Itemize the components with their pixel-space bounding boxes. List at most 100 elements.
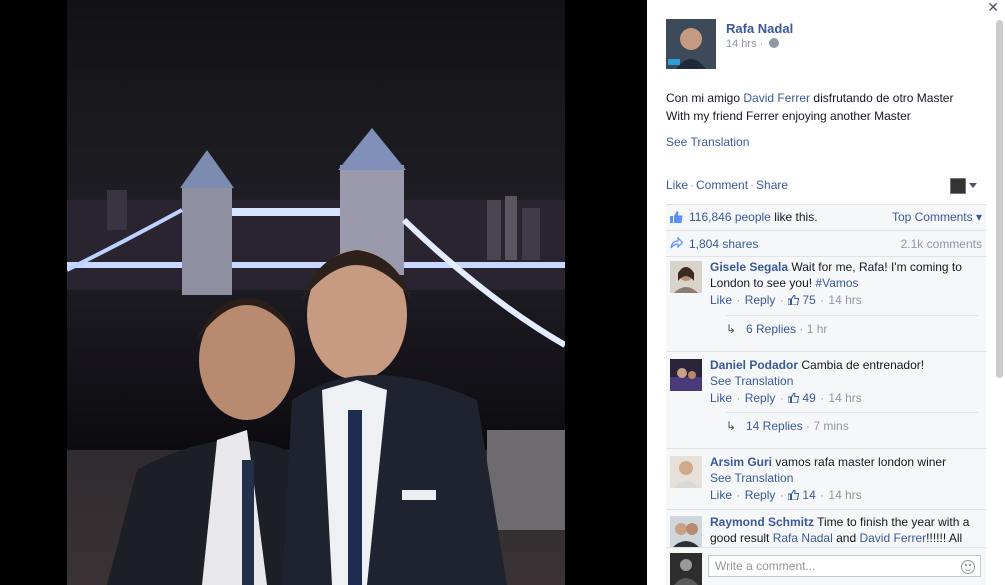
comment-like-count[interactable]: 14 <box>802 488 815 502</box>
comment-item: Gisele Segala Wait for me, Rafa! I'm com… <box>666 257 986 309</box>
comment-author[interactable]: Raymond Schmitz <box>710 515 814 529</box>
commenter-avatar-image <box>670 456 702 488</box>
comments-count: 2.1k comments <box>900 237 982 251</box>
post-header: Rafa Nadal 14 hrs · <box>666 19 986 69</box>
comment-link[interactable]: Comment <box>696 178 748 192</box>
comment-item: Arsim Guri vamos rafa master london wine… <box>666 452 986 506</box>
replies-link[interactable]: ↳ 6 Replies · 1 hr <box>726 315 978 343</box>
comment-input[interactable] <box>708 555 981 577</box>
replies-link[interactable]: ↳ 14 Replies · 7 mins <box>726 412 978 440</box>
comment-like-count[interactable]: 75 <box>802 293 815 307</box>
commenter-avatar-image <box>670 261 702 293</box>
smiley-icon[interactable] <box>961 560 975 574</box>
page-avatar <box>950 178 966 194</box>
post-line-1: Con mi amigo David Ferrer disfrutando de… <box>666 89 986 107</box>
comment-author[interactable]: Arsim Guri <box>710 455 772 469</box>
comment-divider <box>666 448 986 449</box>
comment-text: Gisele Segala Wait for me, Rafa! I'm com… <box>710 259 980 291</box>
panel-scrollbar[interactable] <box>996 20 1003 378</box>
comment-see-translation[interactable]: See Translation <box>710 471 793 485</box>
post-line-2: With my friend Ferrer enjoying another M… <box>666 109 911 123</box>
author-avatar[interactable] <box>666 19 716 69</box>
comment-text: Daniel Podador Cambia de entrenador! <box>710 357 980 373</box>
photo-stage <box>0 0 647 585</box>
post-message: Con mi amigo David Ferrer disfrutando de… <box>666 89 986 125</box>
comment-like-link[interactable]: Like <box>710 391 732 405</box>
reply-arrow-icon: ↳ <box>726 322 737 336</box>
viewer-avatar-image <box>670 553 702 585</box>
post-time[interactable]: 14 hrs <box>726 38 757 50</box>
replies-time: 1 hr <box>806 322 828 336</box>
hashtag-link[interactable]: #Vamos <box>815 276 858 290</box>
comment-divider <box>666 351 986 352</box>
replies-count[interactable]: 6 Replies <box>746 322 796 336</box>
commenter-avatar[interactable] <box>670 261 702 293</box>
comment-time[interactable]: 14 hrs <box>828 293 861 307</box>
comment-author[interactable]: Gisele Segala <box>710 260 788 274</box>
comment-message: vamos rafa master london winer <box>772 455 947 469</box>
commenter-avatar-image <box>670 359 702 391</box>
replies-count[interactable]: 14 Replies <box>746 419 803 433</box>
comment-like-count[interactable]: 49 <box>802 391 815 405</box>
post-text-pre: Con mi amigo <box>666 91 744 105</box>
like-summary-row: 116,846 people like this. Top Comments ▾ <box>666 205 986 231</box>
comment-message-mid: and <box>832 531 860 545</box>
comment-author[interactable]: Daniel Podador <box>710 358 798 372</box>
post-meta: 14 hrs · <box>726 38 780 50</box>
action-separator: · <box>690 178 695 192</box>
thumbs-up-icon <box>788 295 800 305</box>
comment-like-link[interactable]: Like <box>710 293 732 307</box>
commenter-avatar[interactable] <box>670 456 702 488</box>
see-translation-link[interactable]: See Translation <box>666 135 749 149</box>
like-link[interactable]: Like <box>666 178 688 192</box>
post-photo[interactable] <box>67 0 565 585</box>
viewer-avatar <box>670 553 702 585</box>
tag-david-ferrer[interactable]: David Ferrer <box>859 531 926 545</box>
commenter-avatar[interactable] <box>670 359 702 391</box>
thumbs-up-icon <box>788 393 800 403</box>
top-comments-dropdown[interactable]: Top Comments ▾ <box>892 210 982 224</box>
comment-divider <box>666 509 986 510</box>
close-icon[interactable]: ✕ <box>987 0 999 14</box>
shares-link[interactable]: 1,804 shares <box>689 237 758 251</box>
post-text-post: disfrutando de otro Master <box>810 91 954 105</box>
author-avatar-image <box>666 19 716 69</box>
comment-time[interactable]: 14 hrs <box>828 488 861 502</box>
commenter-avatar-image <box>670 516 702 548</box>
page-identity-selector[interactable] <box>950 178 978 194</box>
feedback-box: 116,846 people like this. Top Comments ▾… <box>666 204 986 585</box>
comment-meta: Like · Reply · 49 · 14 hrs <box>710 391 862 405</box>
comment-body: Gisele Segala Wait for me, Rafa! I'm com… <box>710 259 980 309</box>
post-actions: Like · Comment · Share <box>666 178 788 192</box>
comment-meta: Like · Reply · 75 · 14 hrs <box>710 293 862 307</box>
share-link[interactable]: Share <box>756 178 788 192</box>
action-separator: · <box>750 178 755 192</box>
likers-link[interactable]: 116,846 people <box>689 210 771 224</box>
globe-icon[interactable] <box>769 38 780 48</box>
author-name[interactable]: Rafa Nadal <box>726 21 793 36</box>
post-panel: ✕ Rafa Nadal 14 hrs · Con mi amigo David… <box>647 0 1005 585</box>
comment-composer <box>666 547 986 585</box>
comment-body: Raymond Schmitz Time to finish the year … <box>710 514 980 546</box>
chevron-down-icon <box>969 183 977 188</box>
comment-meta: Like · Reply · 14 · 14 hrs <box>710 488 862 502</box>
comment-time[interactable]: 14 hrs <box>828 391 861 405</box>
tag-rafa-nadal[interactable]: Rafa Nadal <box>773 531 833 545</box>
comment-reply-link[interactable]: Reply <box>745 391 776 405</box>
comment-like-link[interactable]: Like <box>710 488 732 502</box>
thumbs-up-icon <box>670 211 683 223</box>
comment-see-translation[interactable]: See Translation <box>710 374 793 388</box>
comment-reply-link[interactable]: Reply <box>745 488 776 502</box>
like-count: 116,846 people like this. <box>689 210 818 224</box>
meta-separator: · <box>759 38 764 50</box>
replies-time: 7 mins <box>813 419 849 433</box>
comment-reply-link[interactable]: Reply <box>745 293 776 307</box>
comment-text: Arsim Guri vamos rafa master london wine… <box>710 454 980 470</box>
tag-david-ferrer[interactable]: David Ferrer <box>743 91 810 105</box>
comment-item: Raymond Schmitz Time to finish the year … <box>666 512 986 548</box>
comment-body: Daniel Podador Cambia de entrenador! See… <box>710 357 980 407</box>
share-summary-row: 1,804 shares 2.1k comments <box>666 231 986 257</box>
comment-text: Raymond Schmitz Time to finish the year … <box>710 514 980 546</box>
comment-message: Cambia de entrenador! <box>798 358 925 372</box>
commenter-avatar[interactable] <box>670 516 702 548</box>
